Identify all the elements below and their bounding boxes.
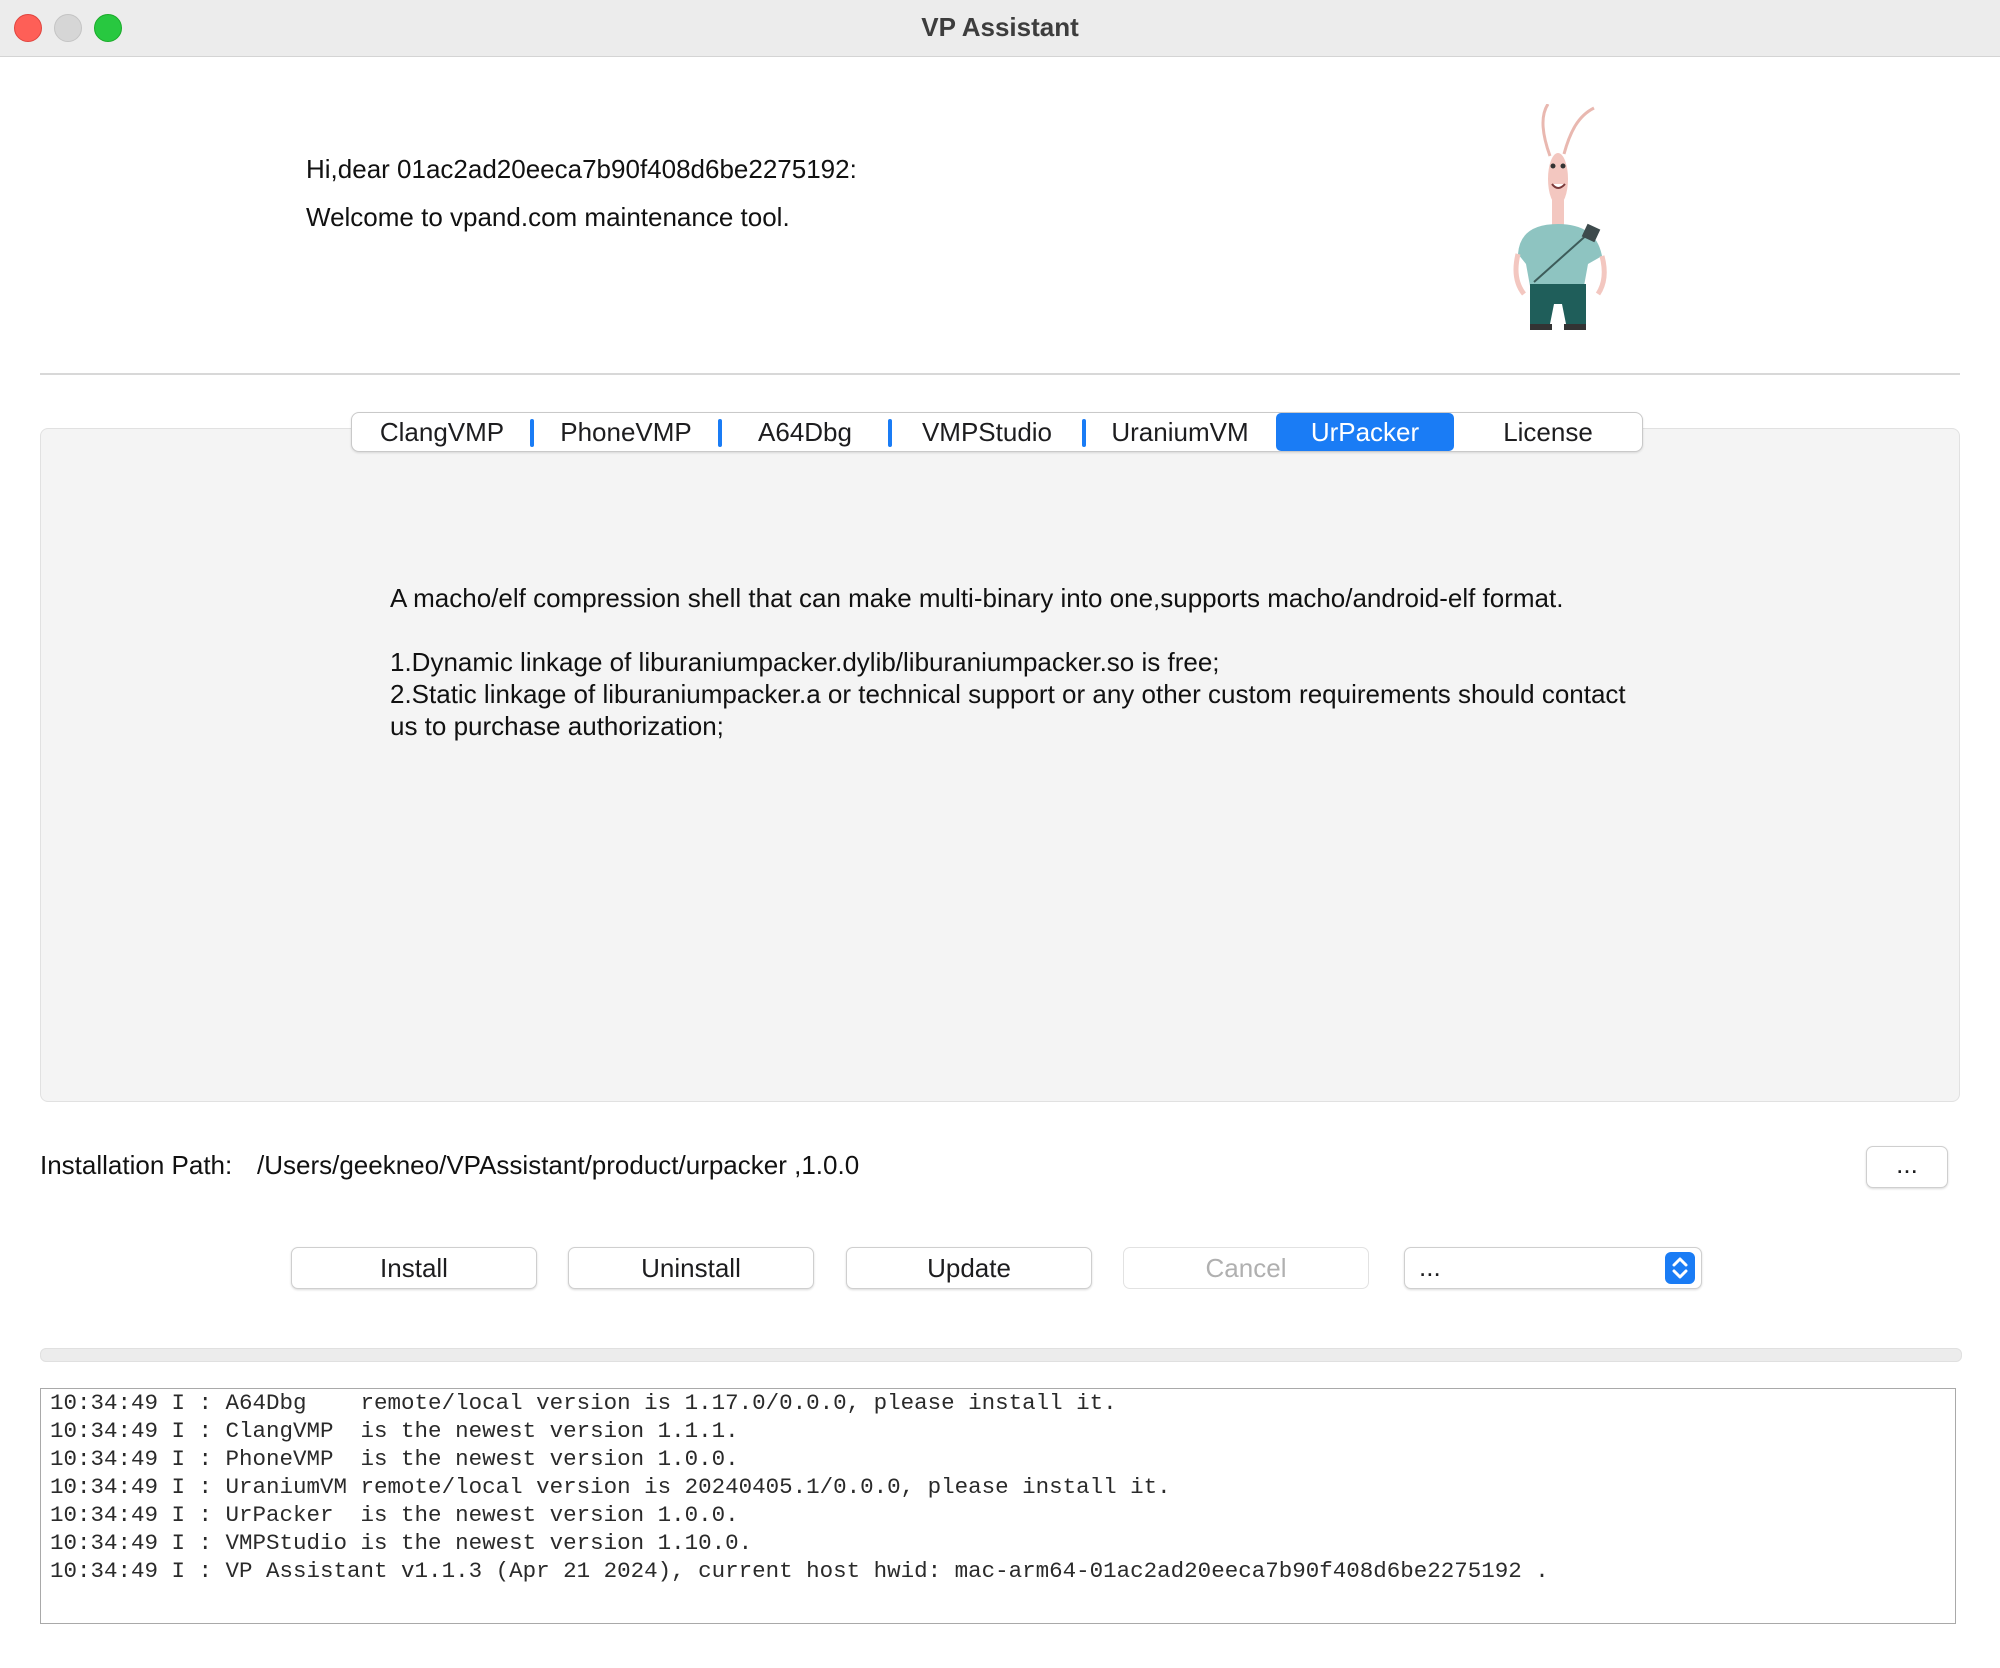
- installation-path-label: Installation Path:: [40, 1150, 233, 1180]
- tab-label: License: [1503, 416, 1593, 447]
- tab-content-panel: [40, 428, 1960, 1102]
- description-item-2: 2.Static linkage of liburaniumpacker.a o…: [390, 679, 1626, 741]
- log-line: 10:34:49 I : ClangVMP is the newest vers…: [50, 1418, 739, 1444]
- install-button[interactable]: Install: [291, 1247, 537, 1289]
- log-output[interactable]: 10:34:49 I : A64Dbg remote/local version…: [40, 1388, 1956, 1624]
- tab-a64dbg[interactable]: A64Dbg: [720, 413, 892, 451]
- tab-label: VMPStudio: [921, 416, 1053, 447]
- log-line: 10:34:49 I : UraniumVM remote/local vers…: [50, 1474, 1171, 1500]
- log-line: 10:34:49 I : PhoneVMP is the newest vers…: [50, 1446, 739, 1472]
- chevron-updown-icon: [1665, 1252, 1695, 1284]
- log-line: 10:34:49 I : UrPacker is the newest vers…: [50, 1502, 739, 1528]
- tab-label: A64Dbg: [758, 416, 852, 447]
- select-value: ...: [1419, 1252, 1441, 1282]
- log-line: 10:34:49 I : A64Dbg remote/local version…: [50, 1390, 1117, 1416]
- update-button[interactable]: Update: [846, 1247, 1092, 1289]
- product-description: A macho/elf compression shell that can m…: [390, 582, 1630, 742]
- tab-phonevmp[interactable]: PhoneVMP: [532, 413, 722, 451]
- description-summary: A macho/elf compression shell that can m…: [390, 583, 1564, 613]
- tab-label: UrPacker: [1310, 416, 1420, 447]
- mascot-illustration: [1513, 104, 1607, 330]
- greeting-text: Hi,dear 01ac2ad20eeca7b90f408d6be2275192…: [306, 154, 857, 184]
- title-bar: VP Assistant: [0, 0, 2000, 57]
- log-line: 10:34:49 I : VP Assistant v1.1.3 (Apr 21…: [50, 1558, 1549, 1584]
- header-divider: [40, 373, 1960, 375]
- progress-bar: [40, 1348, 1962, 1362]
- tab-label: ClangVMP: [379, 416, 505, 447]
- browse-path-button[interactable]: ...: [1866, 1146, 1948, 1188]
- log-line: 10:34:49 I : VMPStudio is the newest ver…: [50, 1530, 753, 1556]
- tab-urpacker[interactable]: UrPacker: [1276, 413, 1454, 451]
- cancel-button[interactable]: Cancel: [1123, 1247, 1369, 1289]
- description-item-1: 1.Dynamic linkage of liburaniumpacker.dy…: [390, 647, 1220, 677]
- tab-label: UraniumVM: [1111, 416, 1249, 447]
- uninstall-button[interactable]: Uninstall: [568, 1247, 814, 1289]
- options-select[interactable]: ...: [1404, 1247, 1702, 1289]
- tab-uraniumvm[interactable]: UraniumVM: [1084, 413, 1276, 451]
- product-tab-bar: ClangVMP PhoneVMP A64Dbg VMPStudio Urani…: [351, 412, 1643, 452]
- installation-path-value: /Users/geekneo/VPAssistant/product/urpac…: [257, 1150, 860, 1180]
- window-title: VP Assistant: [921, 12, 1079, 42]
- tab-label: PhoneVMP: [560, 416, 692, 447]
- welcome-text: Welcome to vpand.com maintenance tool.: [306, 202, 790, 232]
- tab-clangvmp[interactable]: ClangVMP: [352, 413, 534, 451]
- tab-vmpstudio[interactable]: VMPStudio: [890, 413, 1086, 451]
- tab-license[interactable]: License: [1454, 413, 1642, 451]
